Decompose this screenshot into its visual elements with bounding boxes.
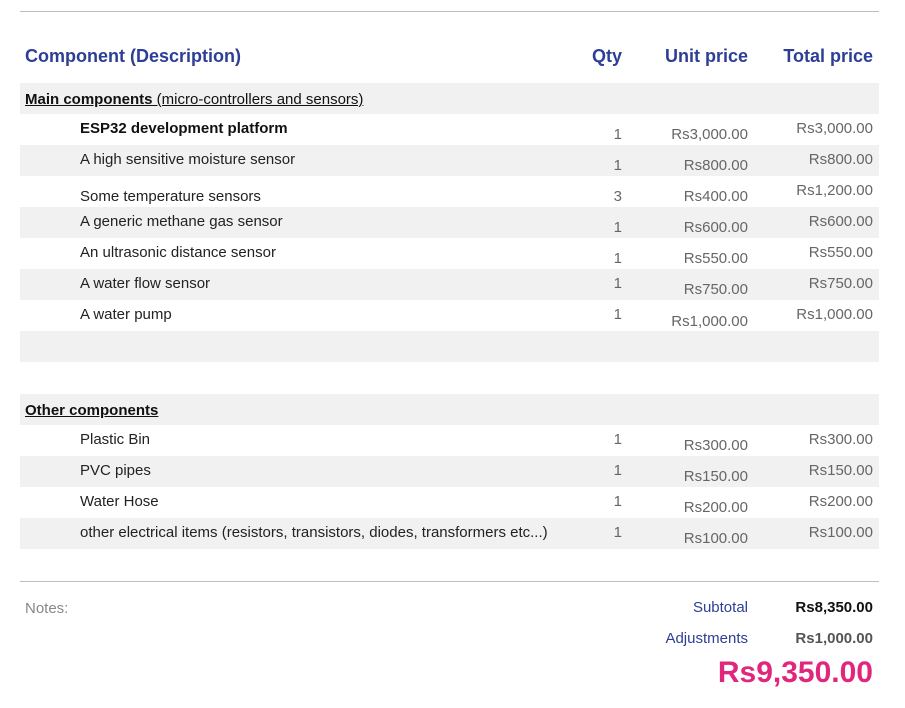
item-qty: 1 [613,157,622,174]
table-row: Water Hose 1 Rs200.00 Rs200.00 [20,487,879,518]
table-row: ESP32 development platform 1 Rs3,000.00 … [20,114,879,145]
table-row: other electrical items (resistors, trans… [20,518,879,549]
item-total-price: Rs1,200.00 [796,182,873,199]
item-total-price: Rs800.00 [808,151,873,168]
table-row: A water flow sensor 1 Rs750.00 Rs750.00 [20,269,879,300]
item-qty: 1 [613,462,622,479]
footer-divider [20,581,879,582]
table-row: A generic methane gas sensor 1 Rs600.00 … [20,207,879,238]
item-qty: 1 [613,126,622,143]
item-unit-price: Rs3,000.00 [671,126,748,143]
item-description: other electrical items (resistors, trans… [80,524,548,541]
header-total-price: Total price [783,46,873,66]
item-description: A high sensitive moisture sensor [80,151,296,168]
top-divider [20,11,879,12]
header-unit-price: Unit price [664,46,748,66]
table-row: An ultrasonic distance sensor 1 Rs550.00… [20,238,879,269]
item-unit-price: Rs750.00 [683,281,748,298]
item-unit-price: Rs600.00 [683,219,748,236]
item-unit-price: Rs1,000.00 [671,313,748,330]
item-qty: 1 [613,524,622,541]
section-title-main: Main components (micro-controllers and s… [25,91,364,108]
table-row: A high sensitive moisture sensor 1 Rs800… [20,145,879,176]
adjustments-label: Adjustments [665,630,748,647]
section-header-other: Other components [20,394,879,425]
item-unit-price: Rs200.00 [683,499,748,516]
item-description: A water flow sensor [80,275,211,292]
item-description: ESP32 development platform [80,120,288,137]
item-qty: 1 [613,275,622,292]
item-description: Plastic Bin [80,431,151,448]
item-unit-price: Rs800.00 [683,157,748,174]
item-qty: 1 [613,431,622,448]
item-total-price: Rs200.00 [808,493,873,510]
item-qty: 1 [613,250,622,267]
item-unit-price: Rs400.00 [683,188,748,205]
item-description: Water Hose [80,493,159,510]
item-unit-price: Rs100.00 [683,530,748,547]
item-total-price: Rs1,000.00 [796,306,873,323]
item-total-price: Rs750.00 [808,275,873,292]
item-description: A water pump [80,306,172,323]
item-qty: 1 [613,219,622,236]
item-total-price: Rs150.00 [808,462,873,479]
item-description: PVC pipes [80,462,151,479]
subtotal-label: Subtotal [692,599,748,616]
table-row: Some temperature sensors 3 Rs400.00 Rs1,… [20,176,879,207]
section-title-other: Other components [25,402,159,419]
subtotal-value: Rs8,350.00 [795,599,873,616]
header-qty: Qty [591,46,622,66]
item-unit-price: Rs150.00 [683,468,748,485]
item-unit-price: Rs300.00 [683,437,748,454]
table-row: PVC pipes 1 Rs150.00 Rs150.00 [20,456,879,487]
item-qty: 1 [613,306,622,323]
item-total-price: Rs600.00 [808,213,873,230]
table-row: Plastic Bin 1 Rs300.00 Rs300.00 [20,425,879,456]
item-description: Some temperature sensors [80,188,261,205]
adjustments-value: Rs1,000.00 [795,630,873,647]
table-row-empty [20,331,879,362]
item-qty: 3 [613,188,622,205]
item-qty: 1 [613,493,622,510]
header-description: Component (Description) [25,46,241,66]
section-header-main: Main components (micro-controllers and s… [20,83,879,114]
grand-total: Rs9,350.00 [717,656,873,689]
notes-label: Notes: [25,600,69,617]
item-total-price: Rs300.00 [808,431,873,448]
item-total-price: Rs550.00 [808,244,873,261]
table-header: Component (Description) Qty Unit price T… [20,46,879,74]
item-unit-price: Rs550.00 [683,250,748,267]
item-description: An ultrasonic distance sensor [80,244,276,261]
item-total-price: Rs3,000.00 [796,120,873,137]
item-description: A generic methane gas sensor [80,213,283,230]
table-row: A water pump 1 Rs1,000.00 Rs1,000.00 [20,300,879,331]
item-total-price: Rs100.00 [808,524,873,541]
